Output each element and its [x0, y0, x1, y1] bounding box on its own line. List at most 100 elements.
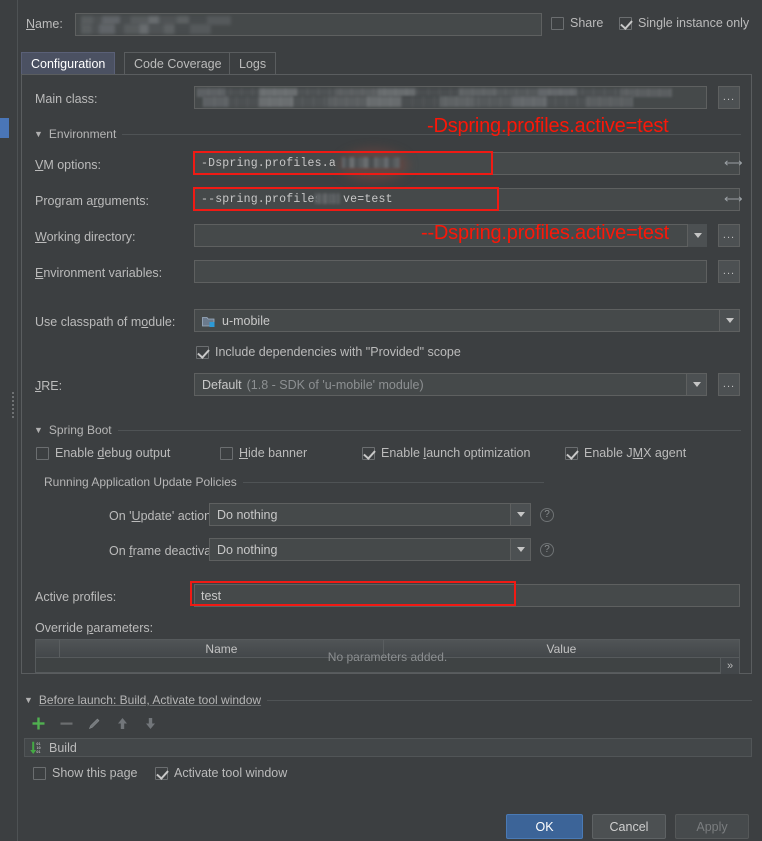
activate-tool-window-label: Activate tool window — [174, 766, 288, 780]
chevron-down-icon — [725, 318, 734, 323]
name-label: Name: — [26, 17, 63, 31]
use-classpath-label: Use classpath of module: — [35, 315, 176, 329]
name-input[interactable] — [75, 13, 542, 36]
redacted-main-class — [203, 96, 633, 107]
vm-options-label: VM options: — [35, 158, 102, 172]
environment-variables-browse-button[interactable]: ... — [718, 260, 740, 283]
main-class-input[interactable] — [194, 86, 707, 109]
before-launch-title: Before launch: Build, Activate tool wind… — [38, 693, 262, 707]
working-directory-dropdown[interactable] — [687, 224, 707, 247]
share-checkbox[interactable]: Share — [551, 16, 603, 30]
checkbox-box — [551, 16, 564, 30]
jre-combo[interactable]: Default (1.8 - SDK of 'u-mobile' module) — [194, 373, 707, 396]
use-classpath-dropdown-arrow[interactable] — [719, 310, 739, 331]
left-rail — [0, 0, 9, 841]
activate-tool-window-checkbox[interactable]: Activate tool window — [155, 766, 287, 780]
on-frame-dropdown-arrow[interactable] — [510, 539, 530, 560]
move-up-icon — [118, 718, 127, 729]
checkbox-box — [196, 345, 209, 359]
vm-options-input[interactable]: -Dspring.profiles.a — [194, 152, 740, 175]
main-class-label: Main class: — [35, 92, 98, 106]
cancel-button[interactable]: Cancel — [592, 814, 666, 839]
checkbox-box — [362, 446, 375, 460]
active-profiles-input[interactable]: test — [194, 584, 740, 607]
spring-boot-section-header[interactable]: ▼ Spring Boot — [34, 423, 741, 437]
on-update-action-combo[interactable]: Do nothing — [209, 503, 531, 526]
chevron-down-icon: ▼ — [34, 424, 43, 435]
checkbox-box — [220, 446, 233, 460]
splitter-handle[interactable] — [9, 390, 17, 420]
show-this-page-checkbox[interactable]: Show this page — [33, 766, 137, 780]
table-expand-button[interactable]: » — [720, 658, 739, 674]
checkbox-box — [155, 766, 168, 780]
on-frame-deactivation-combo[interactable]: Do nothing — [209, 538, 531, 561]
section-divider — [117, 429, 741, 431]
environment-variables-input[interactable] — [194, 260, 707, 283]
on-update-help-icon[interactable]: ? — [540, 508, 554, 522]
tab-configuration[interactable]: Configuration — [21, 52, 116, 76]
redacted-name-block — [81, 24, 211, 34]
active-profiles-value: test — [201, 588, 222, 603]
before-launch-task-label: Build — [49, 740, 77, 755]
single-instance-checkbox[interactable]: Single instance only — [619, 16, 749, 30]
enable-launch-optimization-label: Enable launch optimization — [381, 446, 531, 460]
update-policies-title: Running Application Update Policies — [44, 475, 237, 489]
table-empty-message: No parameters added. — [327, 650, 448, 664]
include-provided-checkbox[interactable]: Include dependencies with "Provided" sco… — [196, 345, 461, 359]
configuration-panel: Main class: ... ▼ Environment VM options… — [21, 74, 752, 674]
chevron-down-icon — [516, 547, 525, 552]
table-body: No parameters added. » — [36, 650, 739, 674]
enable-jmx-agent-label: Enable JMX agent — [584, 446, 687, 460]
checkbox-box — [565, 446, 578, 460]
override-parameters-label: Override parameters: — [35, 621, 154, 635]
move-down-icon — [146, 718, 155, 729]
enable-launch-optimization-checkbox[interactable]: Enable launch optimization — [362, 446, 530, 460]
working-directory-label: Working directory: — [35, 230, 136, 244]
redacted-vm-options — [342, 157, 400, 168]
run-configuration-dialog: Name: Share Single instance only Configu… — [0, 0, 762, 841]
show-this-page-label: Show this page — [52, 766, 138, 780]
ok-button[interactable]: OK — [506, 814, 583, 839]
redacted-program-arguments — [315, 193, 340, 204]
override-parameters-table[interactable]: Name Value No parameters added. » — [35, 639, 740, 674]
before-launch-task-row[interactable]: 01 10 01 Build — [24, 738, 752, 757]
jre-dropdown-arrow[interactable] — [686, 374, 706, 395]
expand-program-arguments-icon[interactable]: ⟷ — [724, 192, 743, 205]
tab-logs[interactable]: Logs — [229, 52, 277, 75]
program-arguments-value: --spring.profiles.a ve=test — [201, 193, 393, 206]
edit-icon — [88, 718, 100, 730]
main-class-browse-button[interactable]: ... — [718, 86, 740, 109]
working-directory-browse-button[interactable]: ... — [718, 224, 740, 247]
environment-section-title: Environment — [48, 127, 117, 141]
vm-options-value: -Dspring.profiles.a — [201, 157, 336, 170]
chevron-down-icon — [692, 382, 701, 387]
use-classpath-combo[interactable]: u-mobile — [194, 309, 740, 332]
tab-bar: Configuration Code Coverage Logs — [21, 52, 752, 76]
jre-label: JRE: — [35, 379, 63, 393]
checkbox-box — [36, 446, 49, 460]
on-frame-deactivation-help-icon[interactable]: ? — [540, 543, 554, 557]
hide-banner-checkbox[interactable]: Hide banner — [220, 446, 307, 460]
jre-browse-button[interactable]: ... — [718, 373, 740, 396]
enable-debug-output-checkbox[interactable]: Enable debug output — [36, 446, 170, 460]
svg-text:01: 01 — [36, 750, 40, 754]
section-divider — [242, 481, 544, 483]
enable-jmx-agent-checkbox[interactable]: Enable JMX agent — [565, 446, 686, 460]
add-icon[interactable] — [31, 716, 46, 731]
jre-value: Default — [202, 377, 242, 392]
chevron-down-icon — [693, 233, 702, 238]
on-update-dropdown-arrow[interactable] — [510, 504, 530, 525]
selection-marker — [0, 118, 9, 138]
before-launch-toolbar — [31, 716, 158, 731]
spring-boot-section-title: Spring Boot — [48, 423, 112, 437]
expand-vm-options-icon[interactable]: ⟷ — [724, 156, 743, 169]
on-update-action-label: On 'Update' action: — [109, 509, 215, 523]
chevron-down-icon: ▼ — [34, 128, 43, 139]
enable-debug-output-label: Enable debug output — [55, 446, 171, 460]
active-profiles-label: Active profiles: — [35, 590, 117, 604]
program-arguments-input[interactable]: --spring.profiles.a ve=test — [194, 188, 740, 211]
tab-code-coverage[interactable]: Code Coverage — [124, 52, 232, 75]
name-row: Name: Share Single instance only — [26, 13, 752, 37]
before-launch-section-header[interactable]: ▼ Before launch: Build, Activate tool wi… — [24, 693, 752, 707]
checkbox-box — [33, 766, 46, 780]
